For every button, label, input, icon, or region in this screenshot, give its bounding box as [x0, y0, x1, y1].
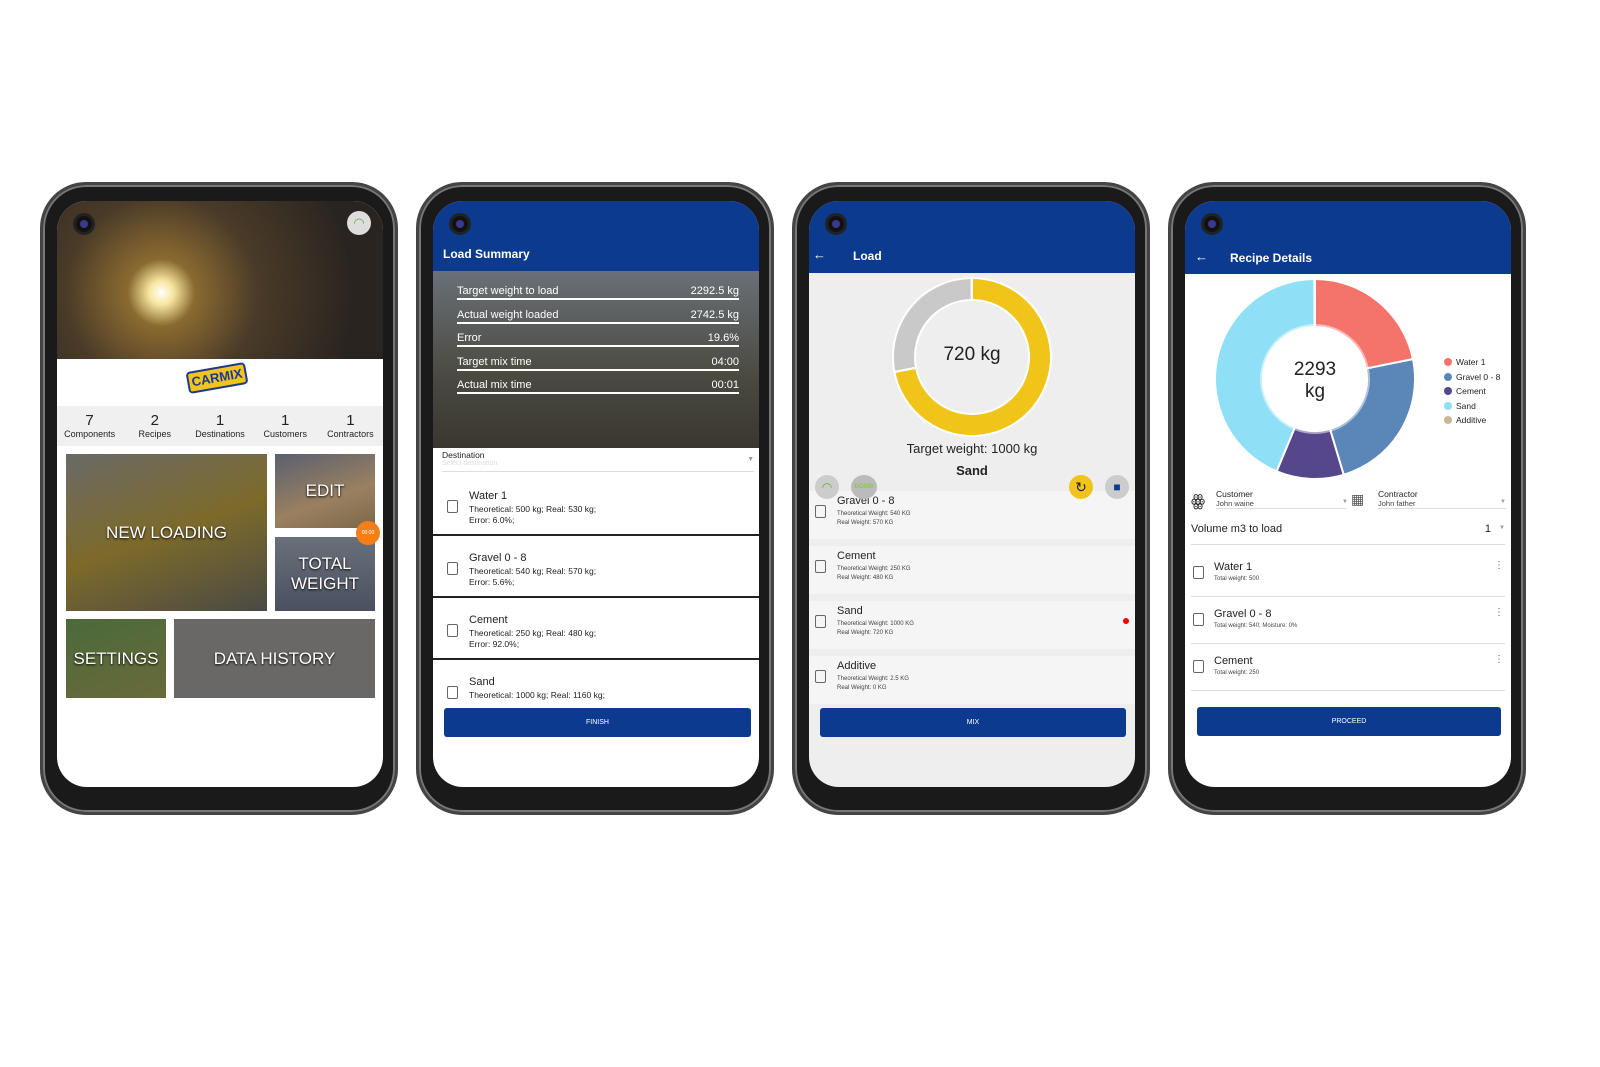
app-bar: ← Load	[809, 201, 1135, 273]
checkbox[interactable]	[1193, 613, 1204, 626]
list-item[interactable]: Cement Theoretical: 250 kg; Real: 480 kg;…	[433, 598, 759, 660]
carmix-logo: CARMIX	[185, 361, 249, 395]
proceed-button[interactable]: PROCEED	[1197, 707, 1501, 736]
page-title: Load	[853, 249, 882, 263]
mix-button[interactable]: MIX	[820, 708, 1126, 737]
back-arrow-icon[interactable]: ←	[1195, 249, 1208, 264]
checkbox[interactable]	[1193, 566, 1204, 579]
reset-icon[interactable]: ↻	[1069, 475, 1093, 499]
summary-row: Actual mix time 00:01	[457, 379, 739, 394]
destination-select[interactable]: Destination Select destination ▼	[442, 450, 754, 472]
list-item[interactable]: Cement Theoretical Weight: 250 KG Real Wei…	[809, 546, 1135, 594]
edit-tile[interactable]: EDIT	[275, 454, 375, 528]
legend-swatch	[1444, 416, 1452, 425]
page-title: Recipe Details	[1230, 251, 1313, 265]
recipe-total: 2293 kg	[1293, 359, 1337, 402]
new-loading-tile[interactable]: NEW LOADING	[66, 454, 267, 611]
list-item[interactable]: Water 1 Theoretical: 500 kg; Real: 530 kg…	[433, 474, 759, 536]
total-weight-tile[interactable]: TOTAL WEIGHT	[275, 537, 375, 611]
camera	[73, 213, 95, 235]
list-item[interactable]: Gravel 0 - 8 Total weight: 540; Moisture:…	[1191, 598, 1505, 644]
checkbox[interactable]	[447, 686, 458, 699]
stat-components[interactable]: 7 Components	[57, 412, 122, 446]
legend-swatch	[1444, 401, 1452, 410]
phone-home: ◠ CARMIX 7 Components 2 Recipes 1 Destinati…	[40, 182, 398, 815]
checkbox[interactable]	[815, 505, 826, 518]
list-item[interactable]: Gravel 0 - 8 Theoretical Weight: 540 KG Re…	[809, 491, 1135, 539]
summary-panel: Target weight to load 2292.5 kg Actual we…	[433, 271, 759, 448]
app-bar: Load Summary	[433, 201, 759, 271]
list-item[interactable]: Cement Total weight: 250 ⋮	[1191, 645, 1505, 691]
settings-tile[interactable]: SETTINGS	[66, 619, 166, 698]
checkbox[interactable]	[447, 624, 458, 637]
page-title: Load Summary	[443, 247, 530, 261]
legend-item: Water 1	[1444, 355, 1500, 370]
recipe-details-screen: ← Recipe Details 2293 kg Water 1 Gravel 0 -…	[1185, 201, 1511, 787]
legend-swatch	[1444, 372, 1452, 381]
legend-item: Sand	[1444, 399, 1500, 414]
summary-row: Target weight to load 2292.5 kg	[457, 285, 739, 300]
legend-item: Gravel 0 - 8	[1444, 370, 1500, 385]
more-icon[interactable]: ⋮	[1494, 561, 1504, 571]
summary-row: Target mix time 04:00	[457, 356, 739, 371]
checkbox[interactable]	[815, 670, 826, 683]
chevron-down-icon: ▼	[1499, 525, 1505, 531]
lock-icon[interactable]: ■	[1105, 475, 1129, 499]
home-screen: ◠ CARMIX 7 Components 2 Recipes 1 Destinati…	[57, 201, 383, 787]
legend-swatch	[1444, 358, 1452, 367]
legend-swatch	[1444, 387, 1452, 396]
summary-row: Actual weight loaded 2742.5 kg	[457, 309, 739, 324]
checkbox[interactable]	[447, 562, 458, 575]
target-weight: Target weight: 1000 kg	[906, 441, 1038, 456]
wifi-icon[interactable]: ◠	[815, 475, 839, 499]
back-arrow-icon[interactable]: ←	[813, 247, 826, 262]
checkbox[interactable]	[815, 560, 826, 573]
data-history-tile[interactable]: DATA HISTORY	[174, 619, 375, 698]
phone-load-summary: Load Summary Target weight to load 2292.5…	[416, 182, 774, 815]
list-item[interactable]: Sand Theoretical Weight: 1000 KG Real Weig…	[809, 601, 1135, 649]
contractor-select[interactable]: Contractor John father ▼	[1378, 489, 1506, 509]
stat-customers[interactable]: 1 Customers	[253, 412, 318, 446]
header-photo	[57, 201, 383, 359]
contractor-icon: ▦	[1351, 491, 1365, 507]
camera	[825, 213, 847, 235]
finish-button[interactable]: FINISH	[444, 708, 751, 737]
camera	[1201, 213, 1223, 235]
legend-item: Cement	[1444, 384, 1500, 399]
list-item[interactable]: Sand Theoretical: 1000 kg; Real: 1160 kg;	[433, 660, 759, 708]
stat-recipes[interactable]: 2 Recipes	[122, 412, 187, 446]
current-weight: 720 kg	[943, 344, 1001, 365]
chevron-down-icon: ▼	[747, 456, 754, 463]
stat-contractors[interactable]: 1 Contractors	[318, 412, 383, 446]
active-indicator	[1123, 618, 1129, 624]
legend-item: Additive	[1444, 413, 1500, 428]
stat-destinations[interactable]: 1 Destinations	[187, 412, 252, 446]
list-item[interactable]: Water 1 Total weight: 500 ⋮	[1191, 551, 1505, 597]
checkbox[interactable]	[447, 500, 458, 513]
checkbox[interactable]	[815, 615, 826, 628]
customer-icon: ꙮ	[1191, 493, 1206, 510]
camera	[449, 213, 471, 235]
chevron-down-icon: ▼	[1500, 499, 1506, 505]
phone-recipe-details: ← Recipe Details 2293 kg Water 1 Gravel 0 -…	[1168, 182, 1526, 815]
app-bar: ← Recipe Details	[1185, 201, 1511, 274]
customer-select[interactable]: Customer John waine ▼	[1216, 489, 1348, 509]
more-icon[interactable]: ⋮	[1494, 608, 1504, 618]
list-item[interactable]: Gravel 0 - 8 Theoretical: 540 kg; Real: 5…	[433, 536, 759, 598]
wifi-icon[interactable]: ◠	[347, 211, 371, 235]
chevron-down-icon: ▼	[1342, 499, 1348, 505]
more-icon[interactable]: ⋮	[1494, 655, 1504, 665]
device-badge[interactable]: DG500	[851, 475, 877, 499]
checkbox[interactable]	[1193, 660, 1204, 673]
volume-input[interactable]: Volume m3 to load 1 ▼	[1191, 523, 1505, 545]
chart-legend: Water 1 Gravel 0 - 8 Cement Sand Additive	[1444, 355, 1500, 428]
stats-row: 7 Components 2 Recipes 1 Destinations 1 Cust…	[57, 406, 383, 446]
load-screen: ← Load 720 kg Target weight: 1000 kg Sand…	[809, 201, 1135, 787]
phone-load: ← Load 720 kg Target weight: 1000 kg Sand…	[792, 182, 1150, 815]
summary-row: Error 19.6%	[457, 332, 739, 347]
timer-badge[interactable]: 00:00	[356, 521, 380, 545]
list-item[interactable]: Additive Theoretical Weight: 2.5 KG Real W…	[809, 656, 1135, 704]
load-summary-screen: Load Summary Target weight to load 2292.5…	[433, 201, 759, 787]
